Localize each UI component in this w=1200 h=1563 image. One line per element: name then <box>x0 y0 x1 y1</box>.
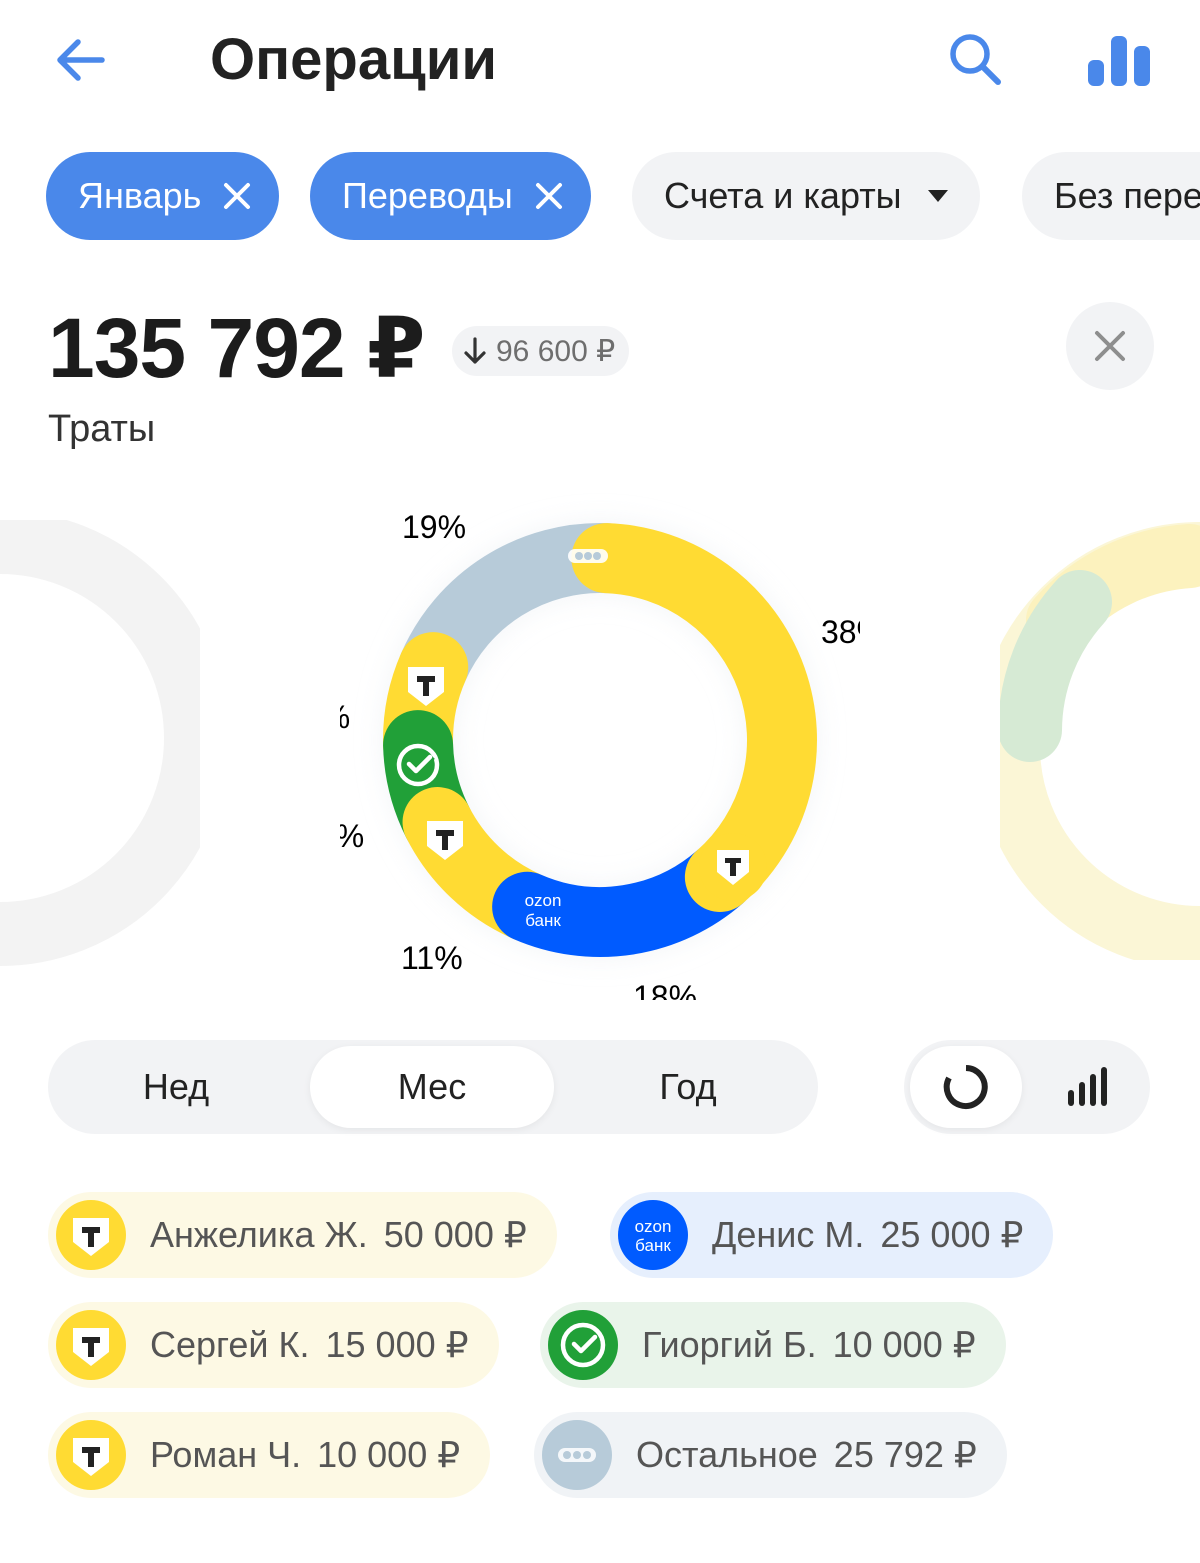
bar-chart-icon <box>1088 36 1150 86</box>
summary-label: Траты <box>48 408 156 450</box>
tab-month[interactable]: Мес <box>310 1046 554 1128</box>
pct-label-georgiy: 7% <box>340 818 364 854</box>
caret-down-icon <box>927 190 948 202</box>
total-amount: 135 792 ₽ <box>48 301 425 395</box>
ozon-logo-text: банк <box>635 1236 671 1255</box>
ozon-bank-icon: ozon банк <box>618 1200 688 1270</box>
pct-label-denis: 18% <box>633 979 697 1000</box>
legend-amount: 15 000 ₽ <box>325 1324 469 1365</box>
pct-label-sergey: 11% <box>401 940 463 976</box>
tbank-icon <box>56 1420 126 1490</box>
tbank-icon <box>699 833 767 901</box>
legend-amount: 25 000 ₽ <box>880 1214 1024 1255</box>
ozon-logo-text: ozon <box>525 891 562 910</box>
legend-amount: 10 000 ₽ <box>832 1324 976 1365</box>
tbank-icon <box>56 1310 126 1380</box>
close-icon[interactable] <box>221 180 253 212</box>
analytics-button[interactable] <box>1084 30 1154 90</box>
legend-item-roman[interactable]: Роман Ч. 10 000 ₽ <box>48 1412 491 1498</box>
legend-item-denis[interactable]: ozon банк Денис М. 25 000 ₽ <box>610 1192 1054 1278</box>
arrow-left-icon <box>57 39 105 81</box>
donut-segment-anzhelika[interactable] <box>571 523 817 912</box>
legend-item-georgiy[interactable]: Гиоргий Б. 10 000 ₽ <box>540 1302 1006 1388</box>
ozon-logo-text: ozon <box>635 1217 672 1236</box>
more-icon <box>568 549 608 563</box>
arrow-down-icon <box>464 337 486 364</box>
filter-chip-accounts[interactable]: Счета и карты <box>632 152 980 240</box>
legend-name: Сергей К. <box>150 1324 310 1365</box>
filter-chip-transfers[interactable]: Переводы <box>310 152 591 240</box>
more-icon <box>542 1420 612 1490</box>
chart-view-toggle <box>904 1040 1150 1134</box>
donut-view-button[interactable] <box>910 1046 1022 1128</box>
legend-amount: 10 000 ₽ <box>317 1434 461 1475</box>
tab-week[interactable]: Нед <box>54 1046 298 1128</box>
spending-donut-chart[interactable]: ozon банк 19% 38% 7% 7% 11% 18% <box>340 480 860 1000</box>
search-icon <box>950 34 1001 85</box>
bars-view-button[interactable] <box>1032 1046 1144 1128</box>
filter-chip-label: Январь <box>78 175 202 216</box>
legend-item-sergey[interactable]: Сергей К. 15 000 ₽ <box>48 1302 499 1388</box>
tab-year[interactable]: Год <box>566 1046 810 1128</box>
next-period-ring[interactable] <box>1000 510 1200 960</box>
tbank-icon <box>56 1200 126 1270</box>
filter-chip-no-transfers[interactable]: Без пере <box>1022 152 1200 240</box>
close-summary-button[interactable] <box>1066 302 1154 390</box>
legend-item-anzhelika[interactable]: Анжелика Ж. 50 000 ₽ <box>48 1192 557 1278</box>
filter-chip-label: Без пере <box>1054 175 1200 216</box>
legend-name: Остальное <box>636 1434 818 1475</box>
pct-label-other: 19% <box>402 509 466 545</box>
legend-name: Гиоргий Б. <box>642 1324 817 1365</box>
close-icon[interactable] <box>533 180 565 212</box>
legend-amount: 25 792 ₽ <box>833 1434 977 1475</box>
ozon-logo-text: банк <box>525 911 561 930</box>
search-button[interactable] <box>946 30 1006 90</box>
sber-icon <box>548 1310 618 1380</box>
legend-name: Денис М. <box>712 1214 865 1255</box>
legend-name: Роман Ч. <box>150 1434 302 1475</box>
close-icon <box>1095 331 1125 361</box>
legend-item-other[interactable]: Остальное 25 792 ₽ <box>534 1412 1007 1498</box>
page-title: Операции <box>210 27 498 92</box>
ozon-bank-icon: ozon банк <box>525 891 562 930</box>
delta-value: 96 600 ₽ <box>496 334 616 368</box>
filter-chip-label: Счета и карты <box>664 175 902 216</box>
back-button[interactable] <box>52 30 112 90</box>
period-selector: Нед Мес Год <box>48 1040 818 1134</box>
pct-label-anzhelika: 38% <box>821 614 860 650</box>
delta-badge: 96 600 ₽ <box>452 326 630 376</box>
donut-icon <box>943 1065 988 1109</box>
legend-amount: 50 000 ₽ <box>383 1214 527 1255</box>
prev-period-ring[interactable] <box>0 520 200 970</box>
legend-name: Анжелика Ж. <box>150 1214 368 1255</box>
filter-chip-label: Переводы <box>342 175 513 216</box>
bars-icon <box>1068 1067 1107 1106</box>
filter-chip-month[interactable]: Январь <box>46 152 280 240</box>
pct-label-roman: 7% <box>340 699 350 735</box>
